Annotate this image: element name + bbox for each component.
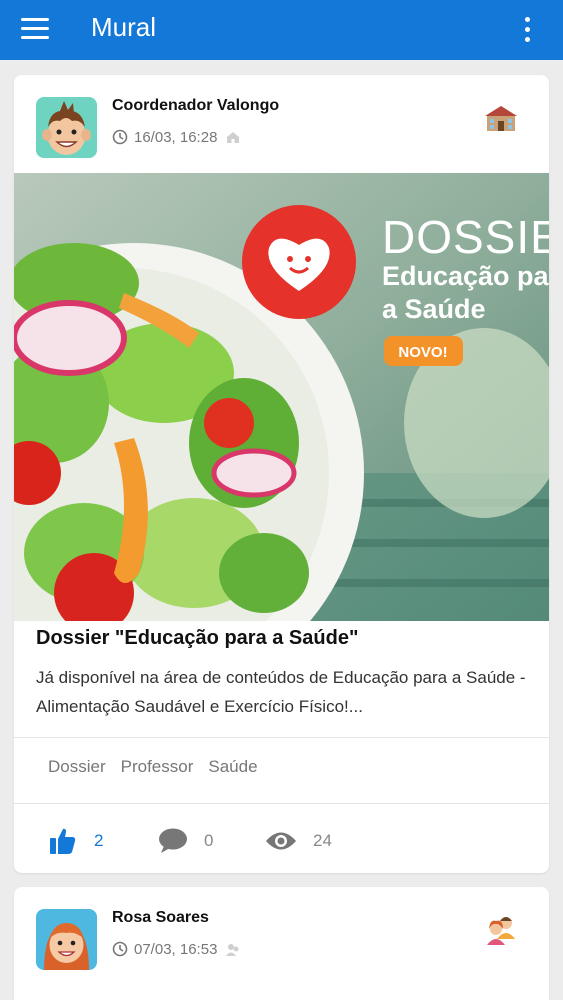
like-button[interactable]: 2	[48, 820, 103, 862]
avatar[interactable]	[36, 97, 97, 158]
image-subtitle-2: a Saúde	[382, 294, 486, 324]
post-author[interactable]: Coordenador Valongo	[112, 97, 279, 115]
like-count: 2	[94, 831, 104, 850]
post-date: 16/03, 16:28	[134, 128, 218, 146]
app-bar: Mural	[0, 0, 563, 60]
image-badge-text: NOVO!	[398, 344, 447, 361]
parents-icon	[487, 917, 515, 945]
post-body: Já disponível na área de conteúdos de Ed…	[36, 668, 526, 716]
people-small-icon	[226, 944, 239, 956]
view-count: 24	[313, 831, 332, 850]
clock-icon	[112, 129, 128, 145]
post-actions: 2 0 24	[14, 820, 549, 862]
image-heading: DOSSIE	[382, 211, 549, 263]
comment-icon	[159, 828, 187, 853]
more-vertical-icon[interactable]	[518, 16, 538, 44]
post-meta: 07/03, 16:53	[112, 939, 241, 959]
thumbs-up-icon	[50, 828, 76, 854]
comment-button[interactable]: 0	[158, 820, 213, 862]
post-author[interactable]: Rosa Soares	[112, 909, 209, 927]
page-title: Mural	[91, 12, 157, 42]
post-card[interactable]: Rosa Soares 07/03, 16:53	[14, 887, 549, 1000]
clock-icon	[112, 941, 128, 957]
tag-saude[interactable]: Saúde	[208, 757, 257, 777]
post-image[interactable]: DOSSIE Educação pa a Saúde NOVO!	[14, 173, 549, 621]
post-card[interactable]: Coordenador Valongo 16/03, 16:28 DOSSIE …	[14, 75, 549, 873]
post-title[interactable]: Dossier "Educação para a Saúde"	[36, 627, 358, 650]
tag-list: Dossier Professor Saúde	[48, 757, 258, 777]
divider	[14, 737, 549, 738]
avatar[interactable]	[36, 909, 97, 970]
tag-professor[interactable]: Professor	[121, 757, 194, 777]
image-subtitle-1: Educação pa	[382, 261, 549, 291]
school-building-icon	[485, 106, 517, 131]
tag-dossier[interactable]: Dossier	[48, 757, 106, 777]
school-small-icon	[227, 132, 240, 143]
views-indicator: 24	[265, 820, 332, 862]
post-meta: 16/03, 16:28	[112, 127, 241, 147]
divider	[14, 803, 549, 804]
eye-icon	[266, 832, 296, 850]
post-date: 07/03, 16:53	[134, 940, 218, 958]
comment-count: 0	[204, 831, 214, 850]
menu-icon[interactable]	[21, 18, 49, 40]
